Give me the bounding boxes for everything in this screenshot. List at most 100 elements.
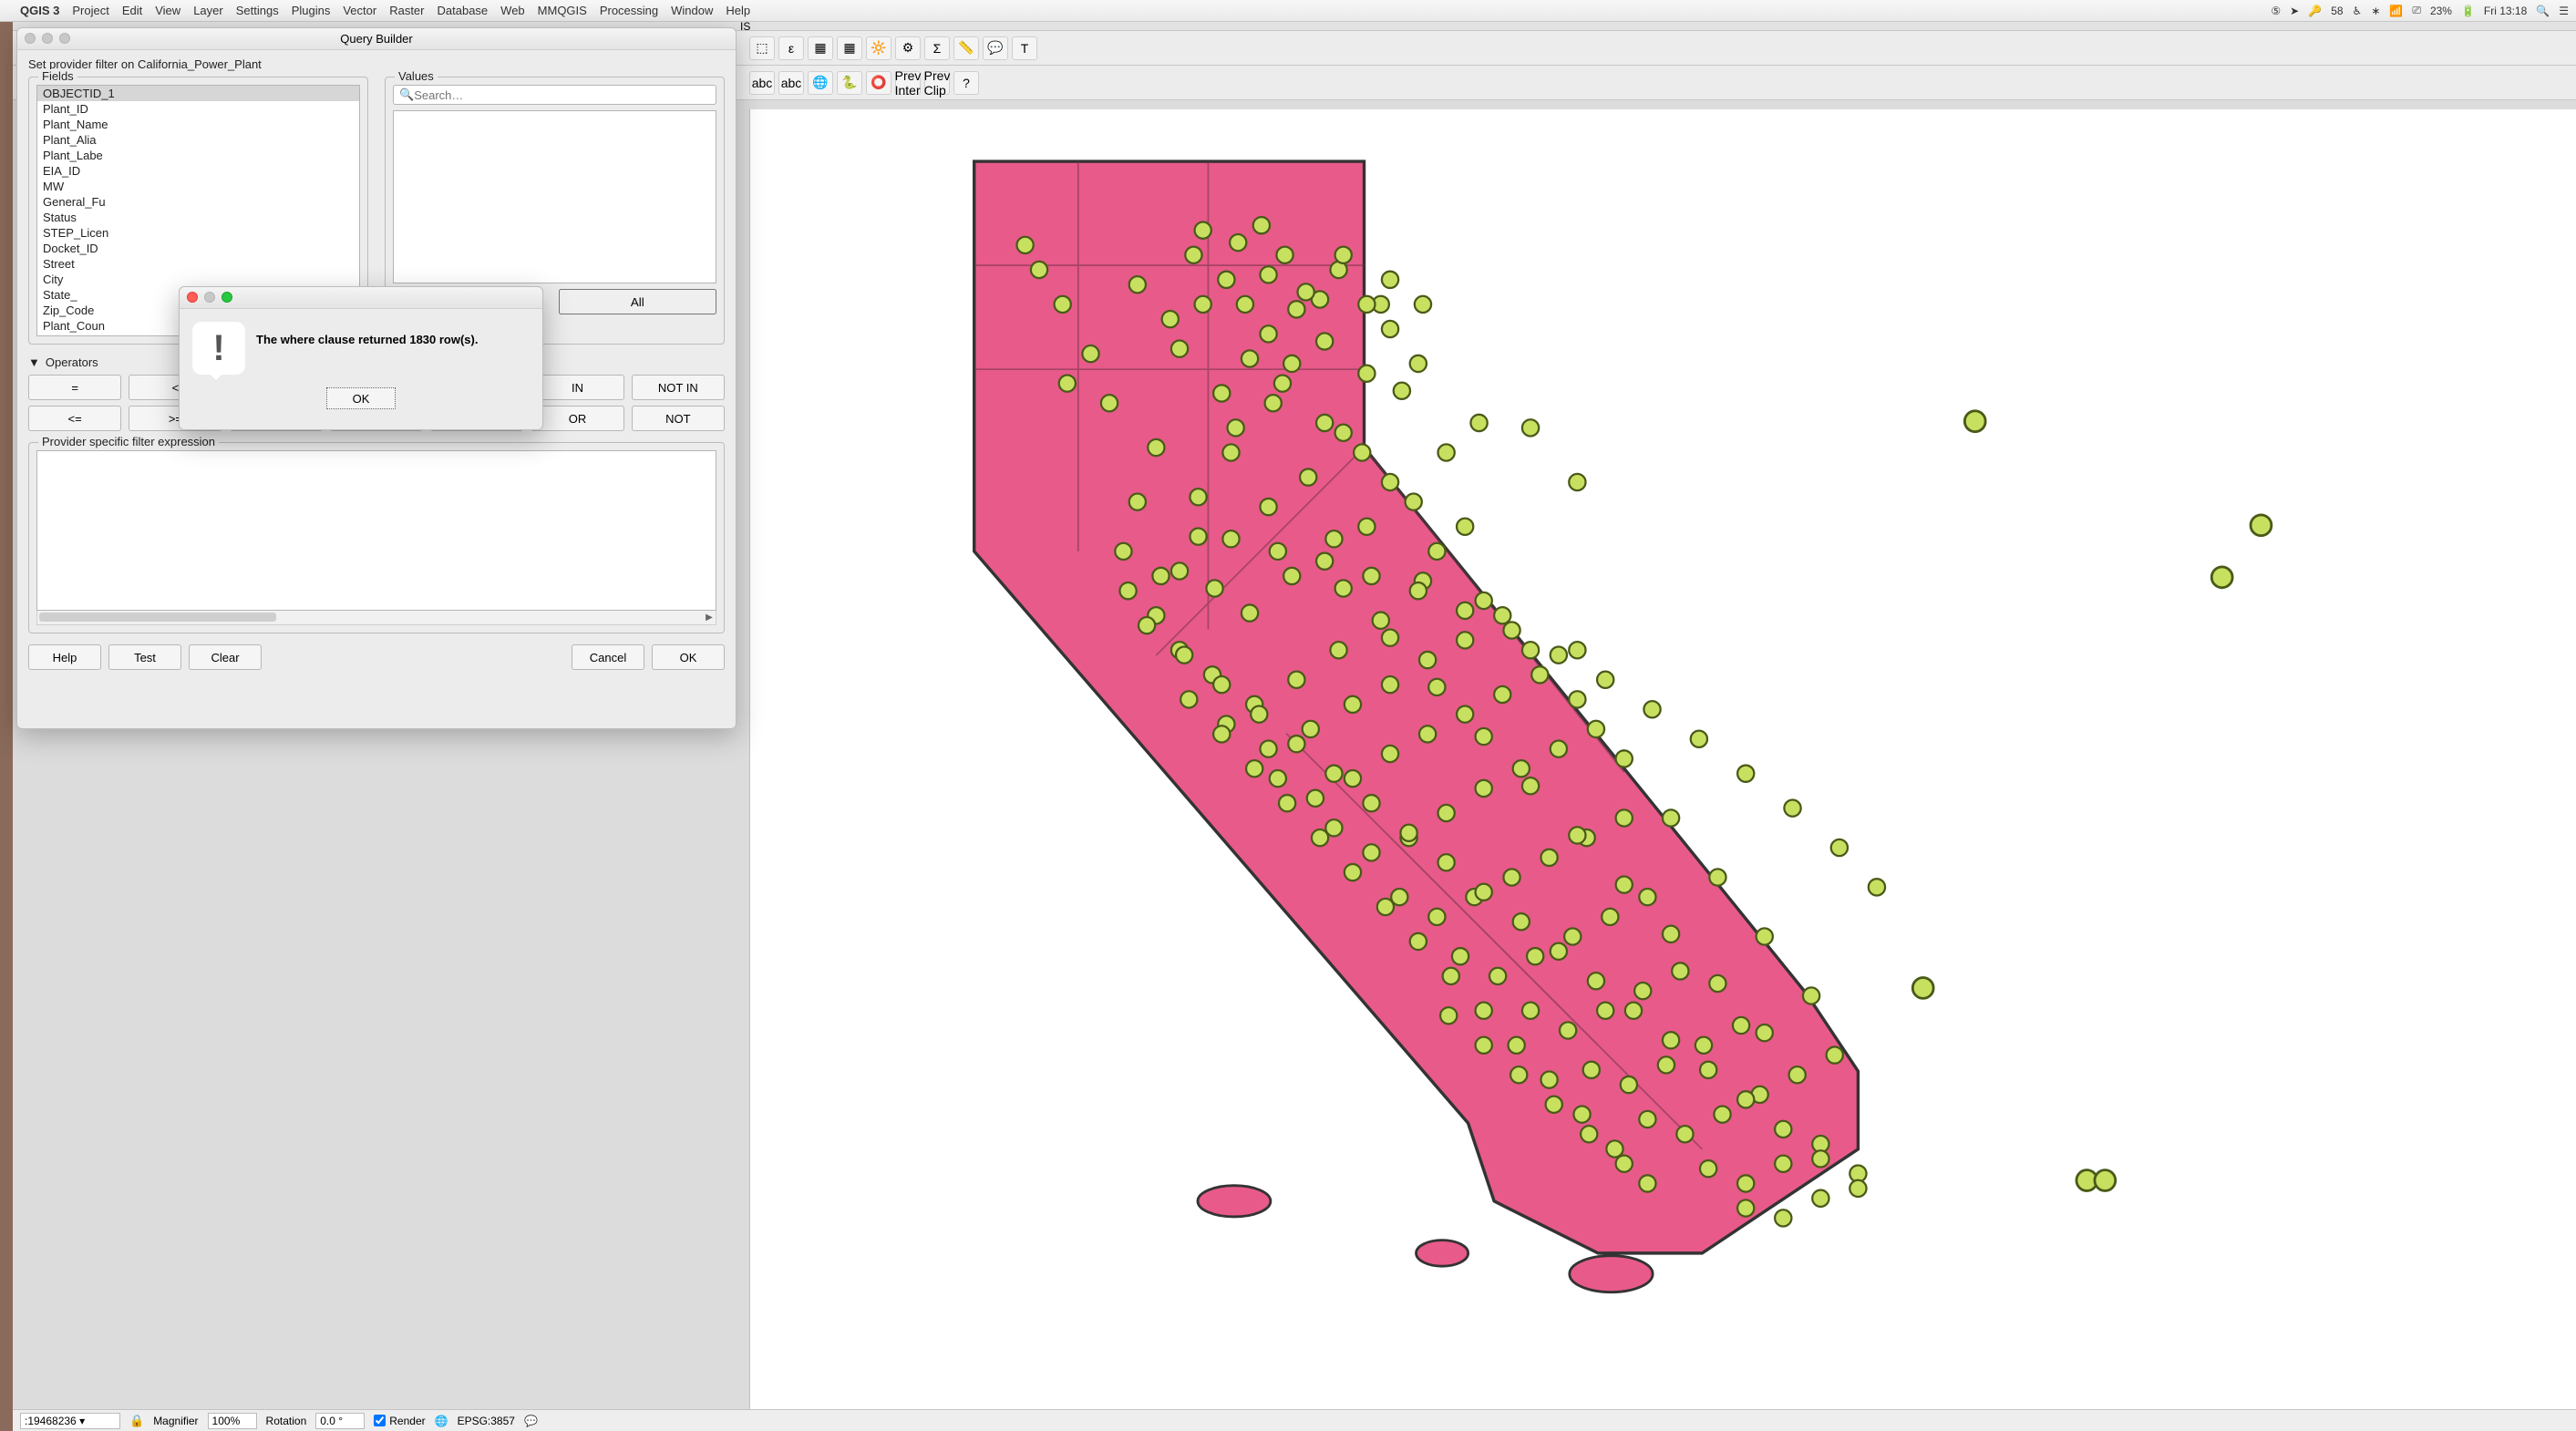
close-icon[interactable]: [25, 33, 36, 44]
operator-button[interactable]: <=: [28, 406, 121, 431]
spotlight-icon[interactable]: 🔍: [2536, 5, 2550, 17]
operator-button[interactable]: NOT IN: [632, 375, 725, 400]
alert-titlebar[interactable]: [180, 287, 542, 309]
minimize-icon[interactable]: [42, 33, 53, 44]
toolbar-button[interactable]: 🔆: [866, 36, 891, 60]
toolbar-button[interactable]: ⭕: [866, 71, 891, 95]
field-item[interactable]: General_Fu: [37, 194, 359, 210]
menu-settings[interactable]: Settings: [236, 4, 279, 17]
messages-icon[interactable]: 💬: [524, 1415, 538, 1427]
plant-point: [1283, 355, 1300, 372]
menu-raster[interactable]: Raster: [389, 4, 424, 17]
test-button[interactable]: Test: [108, 644, 181, 670]
bluetooth-icon[interactable]: ∗: [2371, 5, 2380, 17]
render-checkbox[interactable]: Render: [374, 1415, 425, 1427]
toolbar-button[interactable]: Σ: [924, 36, 950, 60]
magnifier-input[interactable]: [208, 1413, 257, 1429]
toolbar-button[interactable]: ▦: [837, 36, 862, 60]
menu-database[interactable]: Database: [438, 4, 489, 17]
field-item[interactable]: Plant_Alia: [37, 132, 359, 148]
scroll-right-icon[interactable]: ▶: [703, 611, 716, 623]
toolbar-button[interactable]: ?: [953, 71, 979, 95]
operator-button[interactable]: IN: [531, 375, 623, 400]
operator-button[interactable]: NOT: [632, 406, 725, 431]
plant-point: [1663, 809, 1679, 826]
menu-view[interactable]: View: [155, 4, 180, 17]
expression-textarea[interactable]: [36, 450, 716, 611]
wifi-icon[interactable]: 📶: [2389, 5, 2403, 17]
toolbar-button[interactable]: Prev Inter: [895, 71, 921, 95]
field-item[interactable]: Plant_Name: [37, 117, 359, 132]
toolbar-button[interactable]: abc: [749, 71, 775, 95]
alert-ok-button[interactable]: OK: [326, 387, 396, 409]
clear-button[interactable]: Clear: [189, 644, 262, 670]
toolbar-button[interactable]: 🐍: [837, 71, 862, 95]
status-icon[interactable]: ⑤: [2271, 5, 2281, 17]
menu-project[interactable]: Project: [72, 4, 108, 17]
toolbar-button[interactable]: 📏: [953, 36, 979, 60]
field-item[interactable]: Plant_Labe: [37, 148, 359, 163]
field-item[interactable]: Street: [37, 256, 359, 272]
cancel-button[interactable]: Cancel: [572, 644, 644, 670]
zoom-icon[interactable]: [222, 292, 232, 303]
values-list[interactable]: [393, 110, 716, 283]
field-item[interactable]: STEP_Licen: [37, 225, 359, 241]
plant-point: [1228, 419, 1244, 436]
menu-help[interactable]: Help: [726, 4, 750, 17]
values-search-input[interactable]: [414, 88, 710, 102]
field-item[interactable]: Status: [37, 210, 359, 225]
minimize-icon[interactable]: [204, 292, 215, 303]
ok-button[interactable]: OK: [652, 644, 725, 670]
menu-plugins[interactable]: Plugins: [292, 4, 331, 17]
display-icon[interactable]: ⎚: [2412, 4, 2421, 17]
expression-scrollbar[interactable]: ◀ ▶: [36, 611, 716, 625]
operator-button[interactable]: OR: [531, 406, 623, 431]
zoom-icon[interactable]: [59, 33, 70, 44]
toolbar-button[interactable]: 💬: [983, 36, 1008, 60]
field-item[interactable]: MW: [37, 179, 359, 194]
rotation-input[interactable]: [315, 1413, 365, 1429]
dialog-titlebar[interactable]: Query Builder: [17, 28, 736, 50]
toolbar-button[interactable]: ⬚: [749, 36, 775, 60]
plant-point: [1358, 296, 1375, 313]
coordinate-box[interactable]: :19468236 ▾: [20, 1413, 120, 1429]
battery-icon[interactable]: 🔋: [2461, 5, 2475, 17]
all-button[interactable]: All: [559, 289, 717, 314]
map-canvas[interactable]: [749, 109, 2576, 1409]
menu-edit[interactable]: Edit: [122, 4, 142, 17]
menu-processing[interactable]: Processing: [600, 4, 658, 17]
field-item[interactable]: Plant_ID: [37, 101, 359, 117]
app-name[interactable]: QGIS 3: [20, 4, 59, 17]
menu-layer[interactable]: Layer: [193, 4, 223, 17]
field-item[interactable]: EIA_ID: [37, 163, 359, 179]
scrollbar-thumb[interactable]: [39, 613, 276, 622]
toolbar-button[interactable]: T: [1012, 36, 1037, 60]
toolbar-button[interactable]: 🌐: [808, 71, 833, 95]
operator-button[interactable]: =: [28, 375, 121, 400]
toolbar-button[interactable]: Prev Clip: [924, 71, 950, 95]
field-item[interactable]: Docket_ID: [37, 241, 359, 256]
menu-vector[interactable]: Vector: [343, 4, 376, 17]
toolbar-button[interactable]: ⚙: [895, 36, 921, 60]
plant-point: [1307, 790, 1324, 807]
toolbar-button[interactable]: abc: [778, 71, 804, 95]
field-item[interactable]: OBJECTID_1: [37, 86, 359, 101]
accessibility-icon[interactable]: ♿︎: [2353, 5, 2363, 17]
disclosure-triangle-icon[interactable]: ▼: [28, 355, 40, 369]
close-icon[interactable]: [187, 292, 198, 303]
key-icon[interactable]: 🔑: [2308, 5, 2322, 17]
menu-mmqgis[interactable]: MMQGIS: [538, 4, 587, 17]
lock-icon[interactable]: 🔒: [129, 1414, 144, 1428]
toolbar-button[interactable]: ▦: [808, 36, 833, 60]
status-icon[interactable]: ➤: [2290, 5, 2299, 17]
menu-web[interactable]: Web: [500, 4, 525, 17]
values-search[interactable]: 🔍: [393, 85, 716, 105]
help-button[interactable]: Help: [28, 644, 101, 670]
plant-point: [1616, 876, 1633, 892]
field-item[interactable]: City: [37, 272, 359, 287]
crs-label[interactable]: EPSG:3857: [458, 1415, 515, 1427]
crs-icon[interactable]: 🌐: [435, 1415, 448, 1427]
list-icon[interactable]: ☰: [2559, 5, 2569, 17]
toolbar-button[interactable]: ε: [778, 36, 804, 60]
menu-window[interactable]: Window: [671, 4, 713, 17]
